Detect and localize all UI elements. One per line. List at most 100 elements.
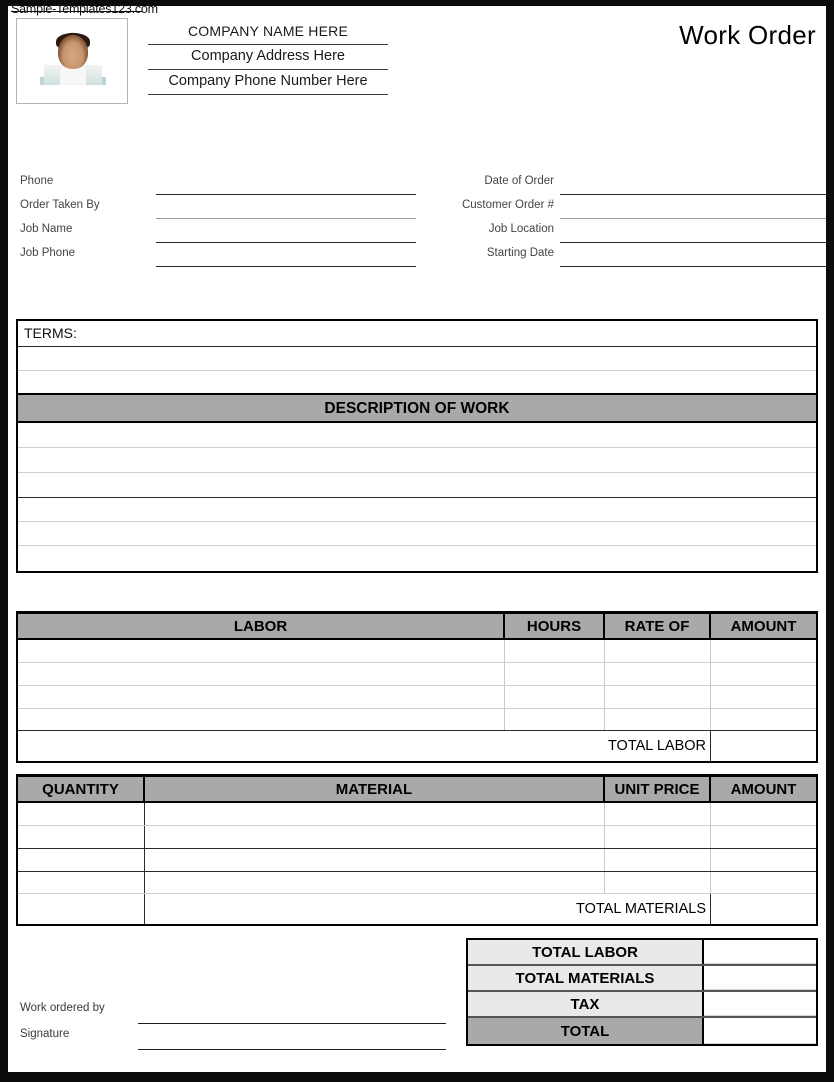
company-name[interactable]: COMPANY NAME HERE: [148, 20, 388, 45]
description-of-work-band: DESCRIPTION OF WORK: [18, 393, 816, 423]
labor-cell-amount[interactable]: [711, 640, 816, 662]
totals-label-total-materials: TOTAL MATERIALS: [468, 966, 704, 990]
field-starting-date-input[interactable]: [560, 266, 826, 267]
work-ordered-by-field[interactable]: Work ordered by: [16, 1001, 446, 1027]
material-col-unit-price: UNIT PRICE: [605, 777, 711, 801]
labor-table-row[interactable]: [18, 686, 816, 709]
page-title: Work Order: [679, 20, 816, 50]
labor-col-hours: HOURS: [505, 614, 605, 638]
material-table-row[interactable]: [18, 826, 816, 849]
labor-total-value[interactable]: [711, 731, 816, 761]
watermark: Sample-Templates123.com: [11, 2, 158, 16]
totals-value-tax[interactable]: [704, 992, 816, 1016]
description-row[interactable]: [18, 448, 816, 473]
work-ordered-by-label: Work ordered by: [20, 1002, 105, 1014]
description-row[interactable]: [18, 423, 816, 448]
page-frame: Sample-Templates123.com COMPANY NAME HER…: [0, 0, 834, 1082]
labor-cell-labor[interactable]: [18, 686, 505, 708]
material-cell-amount[interactable]: [711, 826, 816, 848]
field-job-name[interactable]: Job Name: [16, 222, 420, 246]
labor-cell-hours[interactable]: [505, 686, 605, 708]
field-order-taken-by-input[interactable]: [156, 218, 416, 219]
field-job-location-input[interactable]: [560, 242, 826, 243]
labor-cell-amount[interactable]: [711, 686, 816, 708]
description-row[interactable]: [18, 498, 816, 522]
labor-cell-labor[interactable]: [18, 663, 505, 685]
totals-value-total[interactable]: [704, 1018, 816, 1044]
field-phone[interactable]: Phone: [16, 174, 420, 198]
order-fields-right: Date of Order Customer Order # Job Locat…: [432, 174, 826, 270]
material-cell-unit-price[interactable]: [605, 826, 711, 848]
description-row[interactable]: [18, 522, 816, 546]
material-col-amount: AMOUNT: [711, 777, 816, 801]
labor-cell-hours[interactable]: [505, 663, 605, 685]
material-cell-unit-price[interactable]: [605, 803, 711, 825]
material-col-material: MATERIAL: [145, 777, 605, 801]
labor-table-header: LABOR HOURS RATE OF AMOUNT: [18, 613, 816, 640]
labor-table-row[interactable]: [18, 640, 816, 663]
material-total-label: TOTAL MATERIALS: [145, 894, 711, 924]
watermark-text: Sample-Templates123.com: [11, 2, 158, 16]
field-starting-date[interactable]: Starting Date: [432, 246, 826, 270]
labor-cell-amount[interactable]: [711, 663, 816, 685]
material-cell-material[interactable]: [145, 872, 605, 893]
terms-row-1[interactable]: TERMS:: [18, 321, 816, 347]
labor-table: LABOR HOURS RATE OF AMOUNT TOTAL LABOR: [16, 611, 818, 763]
terms-row-2[interactable]: [18, 347, 816, 371]
field-date-of-order[interactable]: Date of Order: [432, 174, 826, 198]
material-cell-amount[interactable]: [711, 872, 816, 893]
labor-cell-hours[interactable]: [505, 709, 605, 730]
totals-value-total-materials[interactable]: [704, 966, 816, 990]
totals-row-total-labor: TOTAL LABOR: [468, 940, 816, 966]
description-row[interactable]: [18, 473, 816, 498]
material-total-value[interactable]: [711, 894, 816, 924]
labor-table-row[interactable]: [18, 663, 816, 686]
labor-cell-hours[interactable]: [505, 640, 605, 662]
material-cell-amount[interactable]: [711, 803, 816, 825]
labor-table-row[interactable]: [18, 709, 816, 731]
order-fields: Phone Order Taken By Job Name Job Phone: [8, 174, 826, 280]
material-cell-amount[interactable]: [711, 849, 816, 871]
field-job-phone-input[interactable]: [156, 266, 416, 267]
field-date-of-order-input[interactable]: [560, 194, 826, 195]
field-order-taken-by[interactable]: Order Taken By: [16, 198, 420, 222]
field-job-location[interactable]: Job Location: [432, 222, 826, 246]
terms-row-3[interactable]: [18, 371, 816, 393]
company-phone[interactable]: Company Phone Number Here: [148, 70, 388, 95]
material-cell-unit-price[interactable]: [605, 872, 711, 893]
labor-col-amount: AMOUNT: [711, 614, 816, 638]
material-table-row[interactable]: [18, 872, 816, 894]
material-cell-quantity[interactable]: [18, 849, 145, 871]
description-row[interactable]: [18, 546, 816, 570]
company-address[interactable]: Company Address Here: [148, 45, 388, 70]
labor-cell-rate[interactable]: [605, 686, 711, 708]
labor-cell-amount[interactable]: [711, 709, 816, 730]
material-table-row[interactable]: [18, 803, 816, 826]
field-phone-input[interactable]: [156, 194, 416, 195]
material-cell-quantity[interactable]: [18, 826, 145, 848]
field-customer-order-number-input[interactable]: [560, 218, 826, 219]
signature-field[interactable]: Signature: [16, 1027, 446, 1053]
material-cell-quantity[interactable]: [18, 872, 145, 893]
terms-description-block: TERMS: DESCRIPTION OF WORK: [16, 319, 818, 573]
labor-cell-labor[interactable]: [18, 640, 505, 662]
signature-input[interactable]: [138, 1049, 446, 1050]
labor-cell-labor[interactable]: [18, 709, 505, 730]
totals-box: TOTAL LABOR TOTAL MATERIALS TAX TOTAL: [466, 938, 818, 1046]
field-customer-order-number[interactable]: Customer Order #: [432, 198, 826, 222]
material-cell-material[interactable]: [145, 849, 605, 871]
field-job-name-input[interactable]: [156, 242, 416, 243]
field-phone-label: Phone: [20, 175, 54, 187]
labor-cell-rate[interactable]: [605, 709, 711, 730]
field-job-phone[interactable]: Job Phone: [16, 246, 420, 270]
labor-col-rate-of: RATE OF: [605, 614, 711, 638]
material-cell-material[interactable]: [145, 826, 605, 848]
labor-cell-rate[interactable]: [605, 640, 711, 662]
work-ordered-by-input[interactable]: [138, 1023, 446, 1024]
material-cell-quantity[interactable]: [18, 803, 145, 825]
labor-cell-rate[interactable]: [605, 663, 711, 685]
totals-value-total-labor[interactable]: [704, 940, 816, 964]
material-cell-unit-price[interactable]: [605, 849, 711, 871]
material-cell-material[interactable]: [145, 803, 605, 825]
material-table-row[interactable]: [18, 849, 816, 872]
